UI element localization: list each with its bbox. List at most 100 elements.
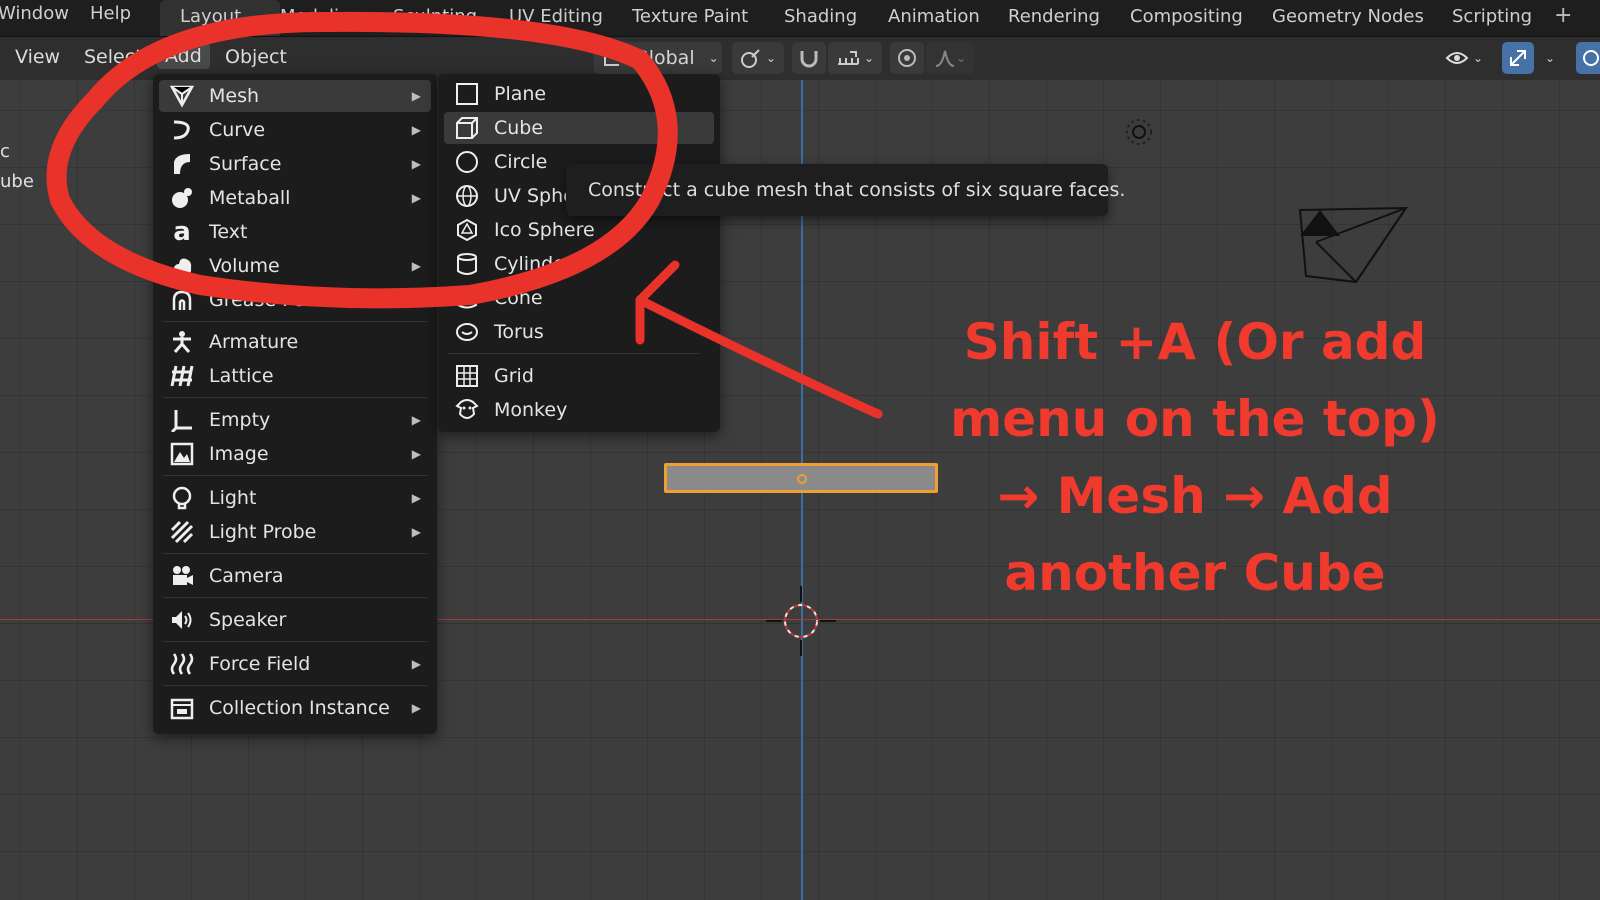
menu-separator <box>163 553 427 554</box>
torus-icon <box>454 319 480 345</box>
mesh-item-plane[interactable]: Plane <box>444 78 714 110</box>
annotation-line-4: another Cube <box>1004 544 1386 602</box>
snap-target-dropdown[interactable]: ⌄ <box>828 42 882 74</box>
tab-layout[interactable]: Layout <box>160 0 280 36</box>
menu-item-light-probe[interactable]: Light Probe ▶ <box>159 516 431 548</box>
object-menu[interactable]: Object <box>225 46 287 68</box>
submenu-arrow-icon: ▶ <box>411 657 421 671</box>
submenu-arrow-icon: ▶ <box>411 525 421 539</box>
mesh-item-grid[interactable]: Grid <box>444 360 714 392</box>
mesh-item-cone[interactable]: Cone <box>444 282 714 314</box>
menu-separator <box>448 353 700 354</box>
menu-item-grease-pencil[interactable]: Grease Pencil ▶ <box>159 284 431 316</box>
menu-item-label: Monkey <box>494 399 568 421</box>
falloff-dropdown[interactable]: ⌄ <box>926 42 974 74</box>
menu-item-label: Empty <box>209 409 271 431</box>
menu-item-label: Image <box>209 443 269 465</box>
annotation-line-3: → Mesh → Add <box>997 467 1393 525</box>
3d-cursor-icon[interactable] <box>766 586 836 656</box>
select-menu[interactable]: Select <box>84 46 143 68</box>
snap-toggle[interactable] <box>792 42 826 74</box>
menu-window[interactable]: Window <box>0 3 69 24</box>
chevron-down-icon: ⌄ <box>765 51 777 65</box>
tab-compositing[interactable]: Compositing <box>1130 0 1243 36</box>
tab-uv-editing[interactable]: UV Editing <box>509 0 603 36</box>
menu-help[interactable]: Help <box>90 3 131 24</box>
mesh-item-cylinder[interactable]: Cylinder <box>444 248 714 280</box>
menu-separator <box>163 397 427 398</box>
tab-rendering[interactable]: Rendering <box>1008 0 1100 36</box>
outliner-label-2: ube <box>0 171 34 192</box>
chevron-down-icon: ⌄ <box>708 51 719 65</box>
tab-scripting[interactable]: Scripting <box>1452 0 1532 36</box>
mesh-submenu: Plane Cube Circle UV Sphere Ico Sphere C… <box>438 74 720 432</box>
overlay-icon <box>1583 50 1599 66</box>
submenu-arrow-icon: ▶ <box>411 157 421 171</box>
gizmo-toggle[interactable] <box>1502 42 1534 74</box>
tab-modeling[interactable]: Modeling <box>280 0 362 36</box>
menu-item-label: Grid <box>494 365 534 387</box>
light-probe-icon <box>169 519 195 545</box>
menu-item-empty[interactable]: Empty ▶ <box>159 404 431 436</box>
menu-item-light[interactable]: Light ▶ <box>159 482 431 514</box>
chevron-down-icon: ⌄ <box>1472 51 1484 65</box>
submenu-arrow-icon: ▶ <box>411 191 421 205</box>
image-icon <box>169 441 195 467</box>
volume-icon <box>169 253 195 279</box>
menu-item-curve[interactable]: Curve ▶ <box>159 114 431 146</box>
monkey-icon <box>454 397 480 423</box>
menu-item-label: Ico Sphere <box>494 219 595 241</box>
falloff-curve-icon <box>935 50 955 67</box>
chevron-down-icon: ⌄ <box>955 51 967 65</box>
visibility-dropdown[interactable]: ⌄ <box>1438 42 1490 74</box>
menu-item-metaball[interactable]: Metaball ▶ <box>159 182 431 214</box>
submenu-arrow-icon: ▶ <box>411 413 421 427</box>
proportional-editing-toggle[interactable] <box>890 42 924 74</box>
submenu-arrow-icon: ▶ <box>411 259 421 273</box>
empty-icon <box>169 407 195 433</box>
menu-item-label: Speaker <box>209 609 287 631</box>
view-menu[interactable]: View <box>15 46 60 68</box>
chevron-down-icon: ⌄ <box>863 51 875 65</box>
tab-sculpting[interactable]: Sculpting <box>393 0 477 36</box>
mesh-item-torus[interactable]: Torus <box>444 316 714 348</box>
light-object-icon[interactable] <box>1121 114 1157 150</box>
orientation-value: Global <box>634 47 695 69</box>
overlay-toggle[interactable] <box>1576 42 1600 74</box>
menu-item-armature[interactable]: Armature <box>159 326 431 358</box>
menu-item-text[interactable]: a Text <box>159 216 431 248</box>
mesh-item-monkey[interactable]: Monkey <box>444 394 714 426</box>
mesh-item-cube[interactable]: Cube <box>444 112 714 144</box>
menu-item-mesh[interactable]: Mesh ▶ <box>159 80 431 112</box>
grease-pencil-icon <box>169 287 195 313</box>
tab-animation[interactable]: Animation <box>888 0 980 36</box>
light-icon <box>169 485 195 511</box>
menu-item-volume[interactable]: Volume ▶ <box>159 250 431 282</box>
workspace-bar: Window Help Layout Modeling Sculpting UV… <box>0 0 1600 37</box>
add-menu-button[interactable]: Add <box>157 43 210 69</box>
cube-icon <box>454 115 480 141</box>
menu-item-lattice[interactable]: Lattice <box>159 360 431 392</box>
gizmo-icon <box>1510 50 1526 66</box>
menu-item-image[interactable]: Image ▶ <box>159 438 431 470</box>
tab-texture-paint[interactable]: Texture Paint <box>632 0 748 36</box>
transform-orientation-dropdown[interactable]: Global ⌄ <box>594 42 722 74</box>
menu-item-speaker[interactable]: Speaker <box>159 604 431 636</box>
menu-item-collection-instance[interactable]: Collection Instance ▶ <box>159 692 431 724</box>
add-workspace-button[interactable]: + <box>1554 3 1572 28</box>
menu-item-surface[interactable]: Surface ▶ <box>159 148 431 180</box>
pivot-point-dropdown[interactable]: ⌄ <box>732 42 784 74</box>
chevron-down-icon: ⌄ <box>1544 51 1556 65</box>
menu-item-camera[interactable]: Camera <box>159 560 431 592</box>
menu-item-force-field[interactable]: Force Field ▶ <box>159 648 431 680</box>
mesh-item-ico-sphere[interactable]: Ico Sphere <box>444 214 714 246</box>
menu-item-label: Cube <box>494 117 544 139</box>
gizmo-dropdown[interactable]: ⌄ <box>1536 42 1564 74</box>
menu-item-label: Light <box>209 487 257 509</box>
tab-shading[interactable]: Shading <box>784 0 857 36</box>
tab-geometry-nodes[interactable]: Geometry Nodes <box>1272 0 1424 36</box>
camera-object-icon[interactable] <box>1296 206 1414 286</box>
menu-separator <box>163 475 427 476</box>
uv-sphere-icon <box>454 183 480 209</box>
menu-item-label: Cylinder <box>494 253 573 275</box>
